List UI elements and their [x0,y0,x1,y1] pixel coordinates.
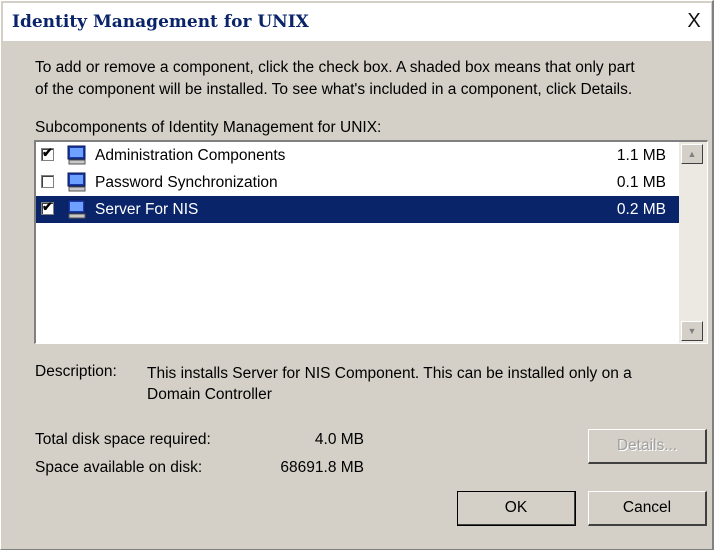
intro-line-2: of the component will be installed. To s… [35,81,633,98]
title-bar[interactable]: Identity Management for UNIX X [3,3,711,41]
intro-text: To add or remove a component, click the … [35,57,635,101]
cancel-button[interactable]: Cancel [588,491,707,526]
identity-management-dialog: Identity Management for UNIX X To add or… [0,0,714,550]
description-text: This installs Server for NIS Component. … [147,363,632,405]
description-label: Description: [35,363,117,380]
list-item-size: 1.1 MB [616,147,666,164]
list-item[interactable]: ✔ Server For NIS 0.2 MB [36,196,680,223]
checkbox[interactable]: ✔ [41,199,54,215]
disk-required-label: Total disk space required: [35,431,211,448]
disk-available-value: 68691.8 MB [280,459,364,476]
computer-icon [67,172,86,192]
list-item[interactable]: Password Synchronization 0.1 MB [36,169,680,196]
vertical-scrollbar[interactable]: ▲ ▼ [679,142,707,343]
window-title: Identity Management for UNIX [12,12,309,32]
close-icon[interactable]: X [683,10,705,32]
list-item-label: Server For NIS [95,201,199,218]
subcomponents-list[interactable]: ✔ Administration Components 1.1 MB Password… [34,140,708,344]
checkmark-icon: ✔ [42,199,53,214]
computer-icon [67,199,86,219]
ok-button[interactable]: OK [457,491,576,526]
intro-line-1: To add or remove a component, click the … [35,59,635,76]
scroll-down-arrow-icon[interactable]: ▼ [681,321,703,341]
subcomponents-rows: ✔ Administration Components 1.1 MB Password… [36,142,680,223]
list-item-size: 0.2 MB [616,201,666,218]
description-line-1: This installs Server for NIS Component. … [147,365,632,382]
checkmark-icon: ✔ [42,145,53,160]
description-line-2: Domain Controller [147,386,272,403]
list-item-label: Password Synchronization [95,174,278,191]
list-item-label: Administration Components [95,147,286,164]
list-item[interactable]: ✔ Administration Components 1.1 MB [36,142,680,169]
disk-required-value: 4.0 MB [314,431,364,448]
checkbox[interactable] [41,175,54,188]
computer-icon [67,145,86,165]
disk-available-label: Space available on disk: [35,459,203,476]
details-button[interactable]: Details... [588,429,707,464]
subcomponents-label: Subcomponents of Identity Management for… [35,119,382,136]
list-item-size: 0.1 MB [616,174,666,191]
checkbox[interactable]: ✔ [41,145,54,161]
scroll-up-arrow-icon[interactable]: ▲ [681,144,703,164]
